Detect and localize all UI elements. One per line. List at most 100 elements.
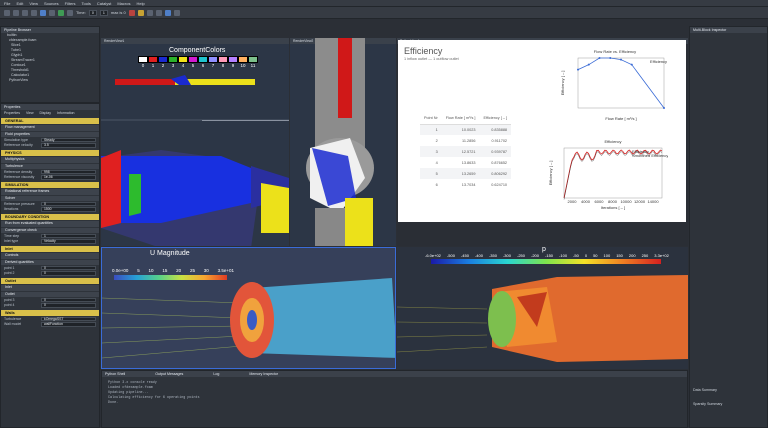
data-point	[609, 57, 612, 59]
property-group[interactable]: Flow management	[1, 125, 99, 131]
tab-view[interactable]: View	[26, 111, 34, 115]
property-value[interactable]: wallFunction	[41, 322, 96, 327]
pipeline-browser: Pipeline Browser builtin: cfdexample.foa…	[0, 26, 100, 103]
property-label: Inlet type	[4, 239, 19, 244]
section-header[interactable]: GENERAL	[1, 118, 99, 124]
property-group[interactable]: Rotational reference frames	[1, 189, 99, 195]
properties-tabs[interactable]: Properties View Display Information	[1, 110, 99, 116]
property-value[interactable]: 0	[41, 303, 96, 308]
sparsity-summary-label: Sparsity Summary	[693, 402, 723, 406]
time-label: Time:	[76, 10, 86, 15]
table-header: Flow Rate [ m³/s ]	[441, 112, 480, 125]
output-tab[interactable]: Python Shell	[105, 371, 125, 377]
property-row: point 1 0	[1, 265, 99, 271]
step-input[interactable]: 1	[99, 9, 108, 16]
render-view-impeller[interactable]: RenderView2	[290, 38, 396, 246]
table-cell: 13.7034	[461, 182, 476, 187]
impeller-geometry	[306, 38, 374, 246]
section-header[interactable]: SIMULATION	[1, 182, 99, 188]
property-row: Reference density 998	[1, 169, 99, 175]
property-label: point 2	[4, 271, 15, 276]
efficiency-line	[577, 57, 665, 109]
time-input[interactable]: 0	[88, 9, 97, 16]
multiblock-inspector: Multi-Block Inspector Data Summary Spars…	[689, 26, 768, 428]
output-tab[interactable]: Memory Inspector	[249, 371, 278, 377]
tab-information[interactable]: Information	[57, 111, 75, 115]
table-row: 2 11.2856 0.911702	[420, 135, 511, 146]
stream-icon[interactable]	[173, 9, 180, 16]
property-group[interactable]: Multiphysics	[1, 157, 99, 163]
render-view-pressure[interactable]: p -6.0e+02 -500 -450 -400 -350 -300 -250 -200 -1…	[397, 247, 688, 369]
property-value[interactable]: 3.5	[41, 143, 96, 148]
table-cell: 12.5721	[441, 146, 480, 157]
menu-item-macros[interactable]: Macros	[117, 1, 130, 6]
table-cell: 6	[435, 182, 438, 187]
menu-item-help[interactable]: Help	[136, 1, 144, 6]
glyph-icon[interactable]	[164, 9, 171, 16]
property-value[interactable]: 1	[41, 233, 96, 238]
table-row: 4 13.8633 0.876652	[420, 157, 511, 168]
x-tick: 6000	[595, 199, 605, 204]
table-cell: 13.8633	[461, 160, 476, 165]
table-cell: 0.939787	[479, 146, 512, 157]
menu-item-edit[interactable]: Edit	[16, 1, 23, 6]
property-group[interactable]: Inlet	[1, 285, 99, 291]
property-value[interactable]: 0	[41, 297, 96, 302]
calculator-icon[interactable]	[137, 9, 144, 16]
property-value[interactable]: 1500	[41, 207, 96, 212]
output-tabs[interactable]: Python Shell Output Messages Log Memory Ins…	[102, 371, 687, 377]
property-row: Iterations 1500	[1, 207, 99, 213]
menu-item-view[interactable]: View	[29, 1, 38, 6]
property-row: Inlet type Velocity	[1, 239, 99, 245]
x-tick: 12000	[634, 199, 646, 204]
menu-item-tools[interactable]: Tools	[82, 1, 91, 6]
last-frame-icon[interactable]	[67, 9, 73, 16]
save-icon[interactable]	[13, 9, 19, 16]
open-icon[interactable]	[4, 9, 10, 16]
tab-properties[interactable]: Properties	[4, 111, 20, 115]
property-value[interactable]: Steady	[41, 137, 96, 142]
property-label: Turbulence	[4, 316, 22, 321]
pipeline-item[interactable]: PythonView	[1, 78, 99, 83]
table-cell: 2	[435, 138, 438, 143]
property-value[interactable]: 0	[41, 265, 96, 270]
property-group[interactable]: Run from evaluated quantities	[1, 221, 99, 227]
property-value[interactable]: 0	[41, 271, 96, 276]
render-view-velocity[interactable]: U Magnitude 0.0e+00 5 10 15 20 25 30 3.5e+01	[101, 247, 396, 369]
slice-icon[interactable]	[155, 9, 162, 16]
output-tab[interactable]: Log	[213, 371, 219, 377]
property-value[interactable]: 998	[41, 169, 96, 174]
pipeline-tree[interactable]: builtin: cfdexample.foam Slice1 Tube1 Gl…	[1, 33, 99, 83]
property-value[interactable]: kOmegaSST	[41, 316, 96, 321]
property-label: Reference pressure	[4, 201, 35, 206]
undo-icon[interactable]	[22, 9, 28, 16]
main-toolbar: Time: 0 1 max is 0	[0, 7, 768, 19]
property-value[interactable]: Velocity	[41, 239, 96, 244]
section-header[interactable]: BOUNDARY CONDITION	[1, 214, 99, 220]
menu-item-catalyst[interactable]: Catalyst	[97, 1, 111, 6]
property-value[interactable]: 0	[41, 201, 96, 206]
contour-icon[interactable]	[146, 9, 153, 16]
menu-item-sources[interactable]: Sources	[44, 1, 59, 6]
redo-icon[interactable]	[31, 9, 37, 16]
property-row: Reference pressure 0	[1, 201, 99, 207]
data-point	[577, 68, 579, 71]
section-header[interactable]: PHYSICS	[1, 150, 99, 156]
tab-display[interactable]: Display	[39, 111, 50, 115]
menu-item-file[interactable]: File	[4, 1, 10, 6]
camera-icon[interactable]	[40, 9, 46, 16]
play-icon[interactable]	[58, 9, 64, 16]
property-label: Simulation type	[4, 137, 28, 142]
filter-icon[interactable]	[128, 9, 135, 16]
property-row: point 3 0	[1, 297, 99, 303]
render-view-components[interactable]: RenderView1 ComponentColors 0 1 2 3 4 5 6 7 8 9 10…	[101, 38, 289, 246]
output-tab[interactable]: Output Messages	[155, 371, 183, 377]
menu-item-filters[interactable]: Filters	[65, 1, 76, 6]
property-value[interactable]: 1e-06	[41, 175, 96, 180]
property-group[interactable]: Controls	[1, 253, 99, 259]
section-header[interactable]: Inlet	[1, 246, 99, 252]
section-header[interactable]: Outlet	[1, 278, 99, 284]
first-frame-icon[interactable]	[49, 9, 55, 16]
table-cell: 4	[435, 160, 438, 165]
properties-body: Properties View Display Information GENERAL F…	[1, 110, 99, 327]
